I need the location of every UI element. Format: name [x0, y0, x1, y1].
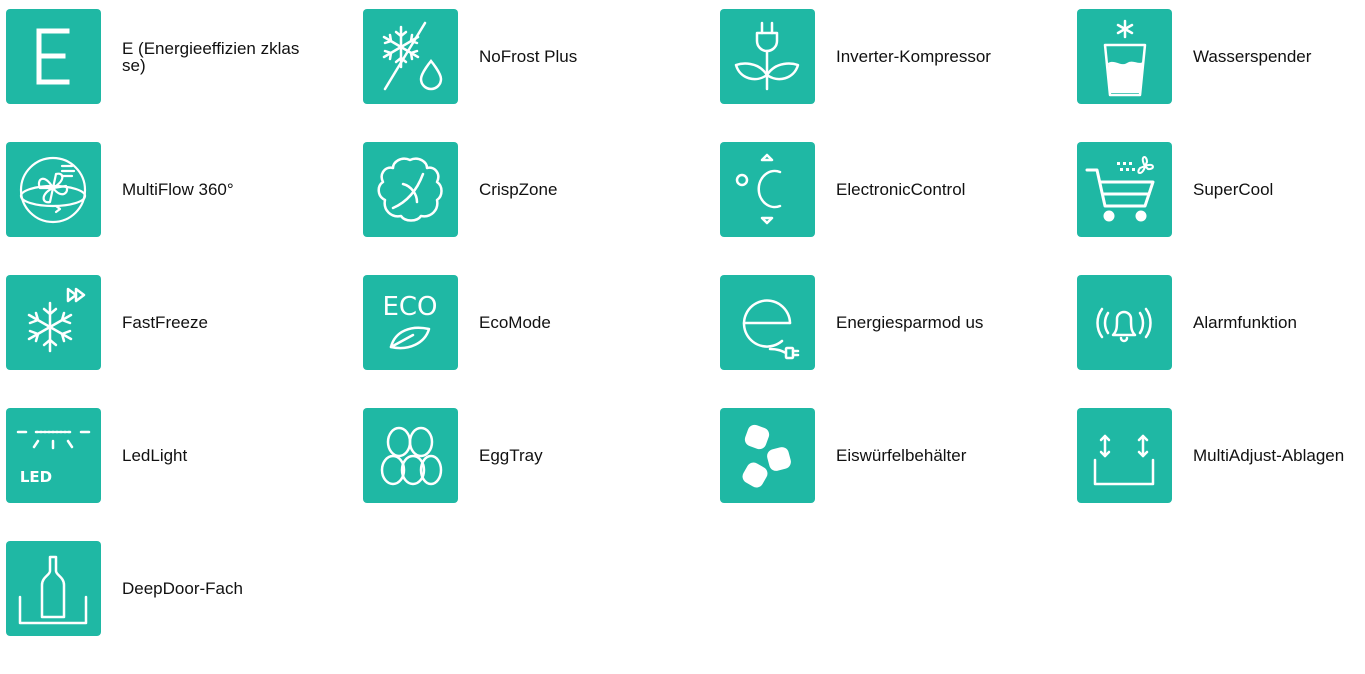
multiadjust-shelves-icon [1077, 408, 1172, 503]
feature-crispzone: CrispZone [363, 142, 720, 237]
feature-label: EcoMode [479, 313, 551, 332]
energy-saving-mode-icon [720, 275, 815, 370]
feature-label: EggTray [479, 446, 543, 465]
feature-label: CrispZone [479, 180, 558, 199]
svg-text:ECO: ECO [382, 292, 437, 322]
deepdoor-icon [6, 541, 101, 636]
inverter-compressor-icon [720, 9, 815, 104]
feature-label: Alarmfunktion [1193, 313, 1297, 332]
feature-water-dispenser: Wasserspender [1077, 9, 1357, 104]
feature-label: Wasserspender [1193, 47, 1312, 66]
feature-eggtray: EggTray [363, 408, 720, 503]
feature-label: MultiFlow 360° [122, 180, 234, 199]
feature-ledlight: LED LedLight [6, 408, 363, 503]
feature-multiflow: MultiFlow 360° [6, 142, 363, 237]
feature-label: DeepDoor-Fach [122, 579, 243, 598]
feature-label: E (Energieeffizien zklasse) [122, 38, 300, 75]
feature-electronic-control: ElectronicControl [720, 142, 1077, 237]
feature-label: ElectronicControl [836, 180, 966, 199]
feature-label: NoFrost Plus [479, 47, 578, 66]
supercool-icon [1077, 142, 1172, 237]
nofrost-icon [363, 9, 458, 104]
ice-cube-container-icon [720, 408, 815, 503]
feature-ecomode: ECO EcoMode [363, 275, 720, 370]
multiflow-icon [6, 142, 101, 237]
feature-ice-cube-container: Eiswürfelbehälter [720, 408, 1077, 503]
feature-label: MultiAdjust-Ablagen [1193, 446, 1345, 465]
feature-label: SuperCool [1193, 180, 1274, 199]
feature-grid: E (Energieeffizien zklasse) NoFrost Plus [6, 9, 1357, 674]
feature-label: Eiswürfelbehälter [836, 446, 967, 465]
svg-text:LED: LED [20, 468, 52, 486]
feature-fastfreeze: FastFreeze [6, 275, 363, 370]
feature-inverter-compressor: Inverter-Kompressor [720, 9, 1077, 104]
feature-deepdoor: DeepDoor-Fach [6, 541, 363, 636]
feature-label: LedLight [122, 446, 188, 465]
alarm-icon [1077, 275, 1172, 370]
crispzone-icon [363, 142, 458, 237]
water-dispenser-icon [1077, 9, 1172, 104]
feature-label: Energiesparmod us [836, 313, 984, 332]
ecomode-icon: ECO [363, 275, 458, 370]
feature-nofrost: NoFrost Plus [363, 9, 720, 104]
eggtray-icon [363, 408, 458, 503]
feature-label: FastFreeze [122, 313, 208, 332]
feature-multiadjust-shelves: MultiAdjust-Ablagen [1077, 408, 1357, 503]
feature-supercool: SuperCool [1077, 142, 1357, 237]
feature-energy-saving-mode: Energiesparmod us [720, 275, 1077, 370]
electronic-control-icon [720, 142, 815, 237]
feature-label: Inverter-Kompressor [836, 47, 991, 66]
energy-class-e-icon [6, 9, 101, 104]
feature-alarm: Alarmfunktion [1077, 275, 1357, 370]
fastfreeze-icon [6, 275, 101, 370]
feature-energy-class: E (Energieeffizien zklasse) [6, 9, 363, 104]
ledlight-icon: LED [6, 408, 101, 503]
